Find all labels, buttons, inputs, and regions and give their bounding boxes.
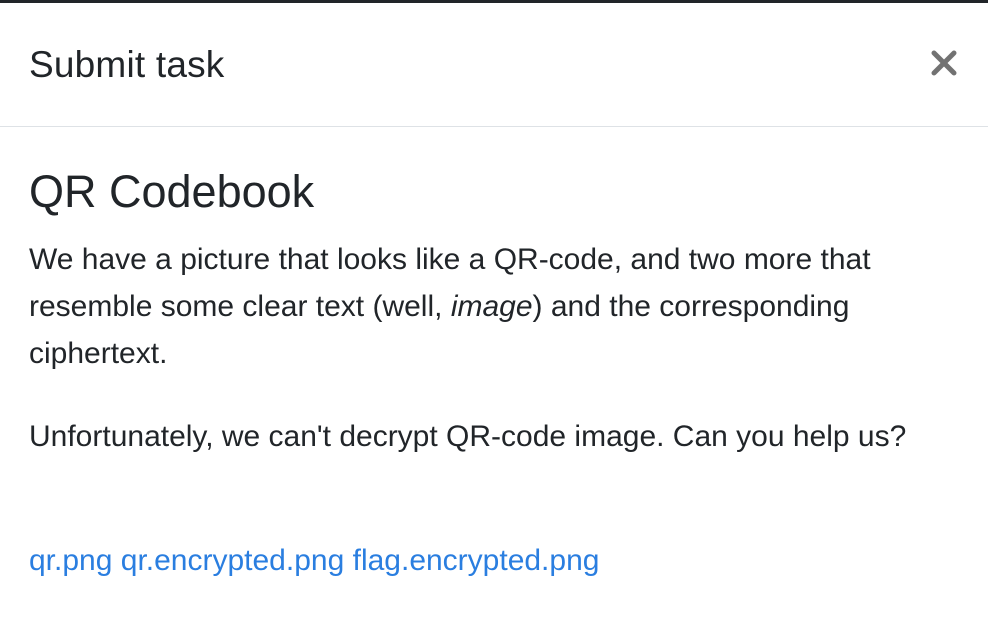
file-link-flag-encrypted[interactable]: flag.encrypted.png (353, 544, 600, 577)
task-title: QR Codebook (29, 166, 315, 217)
file-link-qr-encrypted[interactable]: qr.encrypted.png (121, 544, 345, 577)
task-description: We have a picture that looks like a QR-c… (29, 236, 959, 377)
file-links: qr.png qr.encrypted.png flag.encrypted.p… (29, 541, 599, 581)
file-link-qr[interactable]: qr.png (29, 544, 112, 577)
task-description-2: Unfortunately, we can't decrypt QR-code … (29, 420, 907, 453)
task-description-emphasis: image (450, 290, 533, 323)
close-button[interactable] (926, 41, 962, 81)
modal-title: Submit task (29, 44, 225, 85)
modal-header: Submit task (0, 3, 988, 127)
close-icon (931, 50, 957, 76)
submit-task-modal: Submit task QR Codebook We have a pictur… (0, 0, 988, 640)
